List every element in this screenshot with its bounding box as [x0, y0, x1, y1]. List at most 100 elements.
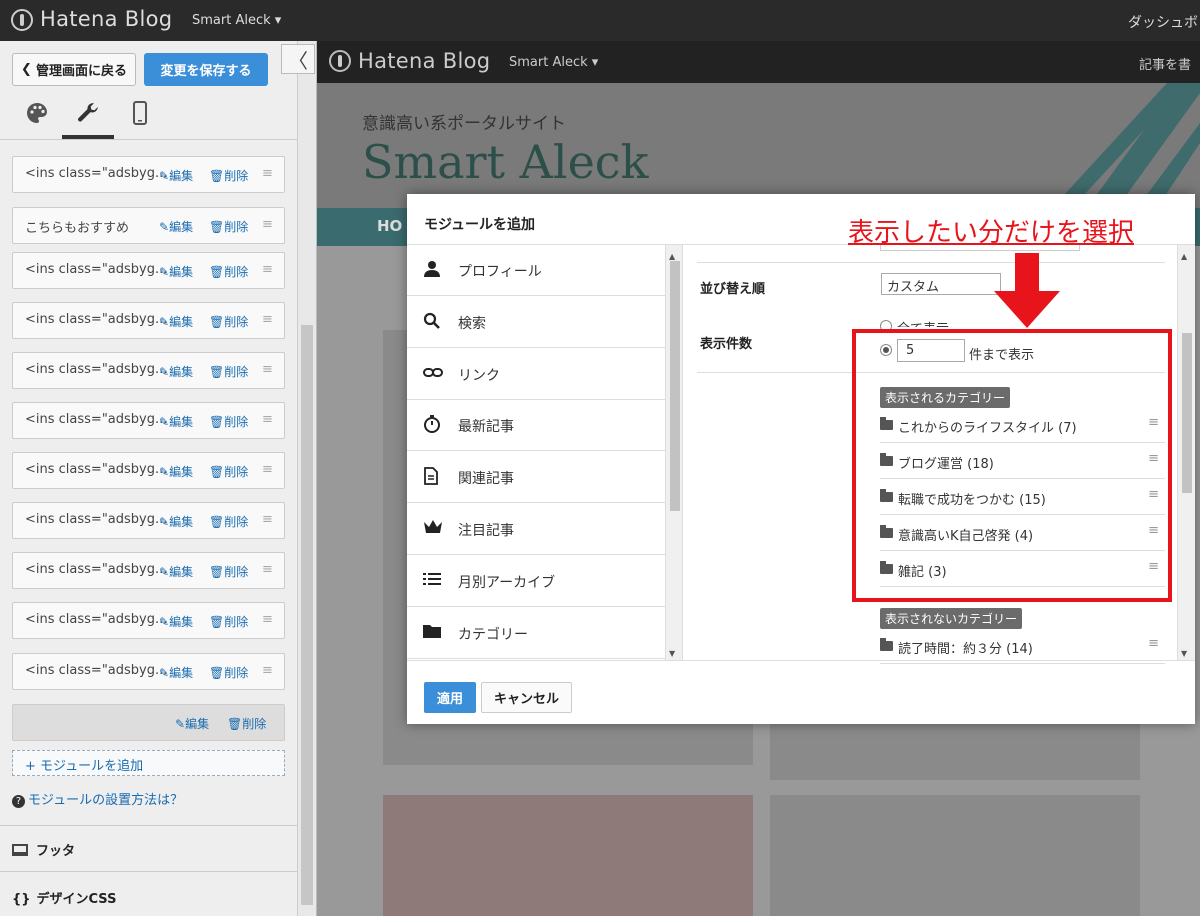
- module-list-scrollbar[interactable]: [665, 245, 683, 660]
- module-item[interactable]: ✎編集 🗑削除: [12, 704, 285, 741]
- module-name: <ins class="adsbyg...: [25, 612, 168, 627]
- module-item[interactable]: <ins class="adsbyg... ✎編集 🗑削除 ≡: [12, 352, 285, 389]
- module-item[interactable]: <ins class="adsbyg... ✎編集 🗑削除 ≡: [12, 653, 285, 690]
- sidebar-scroll-thumb[interactable]: [301, 325, 313, 905]
- module-item[interactable]: <ins class="adsbyg... ✎編集 🗑削除 ≡: [12, 602, 285, 639]
- module-type-item[interactable]: 月別アーカイブ: [407, 556, 665, 607]
- scroll-up-arrow-icon[interactable]: ▲: [1181, 252, 1187, 261]
- scroll-down-arrow-icon[interactable]: ▼: [1181, 649, 1187, 658]
- drag-handle-icon[interactable]: ≡: [262, 663, 273, 678]
- module-type-item[interactable]: 検索: [407, 297, 665, 348]
- annotation-text: 表示したい分だけを選択: [848, 218, 1135, 248]
- sort-order-select[interactable]: カスタム: [881, 273, 1001, 295]
- module-item[interactable]: <ins class="adsbyg... ✎編集 🗑削除 ≡: [12, 252, 285, 289]
- delete-module-link[interactable]: 🗑削除: [209, 363, 248, 380]
- edit-module-link[interactable]: ✎編集: [159, 563, 193, 580]
- drag-handle-icon[interactable]: ≡: [262, 412, 273, 427]
- edit-module-link[interactable]: ✎編集: [159, 613, 193, 630]
- module-type-item[interactable]: 関連記事: [407, 452, 665, 504]
- trash-icon: 🗑: [209, 465, 225, 479]
- dialog-footer-divider: [407, 660, 1195, 661]
- document-icon: [423, 467, 443, 487]
- profile-icon: [423, 260, 443, 280]
- delete-module-link[interactable]: 🗑削除: [209, 513, 248, 530]
- scroll-up-arrow-icon[interactable]: ▲: [669, 252, 675, 261]
- edit-module-link[interactable]: ✎編集: [159, 313, 193, 330]
- edit-module-link[interactable]: ✎編集: [159, 664, 193, 681]
- drag-handle-icon[interactable]: ≡: [262, 562, 273, 577]
- drag-handle-icon[interactable]: ≡: [262, 612, 273, 627]
- question-icon: ?: [12, 795, 25, 808]
- module-item[interactable]: こちらもおすすめ ✎編集 🗑削除 ≡: [12, 207, 285, 244]
- drag-handle-icon[interactable]: ≡: [262, 217, 273, 232]
- module-type-item[interactable]: プロフィール: [407, 245, 665, 296]
- edit-module-link[interactable]: ✎編集: [159, 463, 193, 480]
- edit-module-link[interactable]: ✎編集: [159, 513, 193, 530]
- drag-handle-icon[interactable]: ≡: [262, 512, 273, 527]
- module-item[interactable]: <ins class="adsbyg... ✎編集 🗑削除 ≡: [12, 502, 285, 539]
- delete-module-link[interactable]: 🗑削除: [209, 413, 248, 430]
- save-changes-button[interactable]: 変更を保存する: [144, 53, 268, 86]
- collapse-sidebar-button[interactable]: 〈: [281, 44, 315, 74]
- dashboard-link[interactable]: ダッシュボ: [1128, 12, 1198, 32]
- back-to-admin-button[interactable]: ❮ 管理画面に戻る: [12, 53, 136, 86]
- footer-section[interactable]: フッタ: [0, 825, 298, 871]
- delete-module-link[interactable]: 🗑削除: [227, 715, 266, 732]
- phone-icon[interactable]: [127, 100, 153, 126]
- crown-icon: [423, 519, 443, 539]
- edit-module-link[interactable]: ✎編集: [159, 363, 193, 380]
- annotation-highlight-box: [852, 329, 1172, 602]
- apply-button[interactable]: 適用: [424, 682, 476, 713]
- edit-module-link[interactable]: ✎編集: [159, 167, 193, 184]
- drag-handle-icon[interactable]: ≡: [262, 262, 273, 277]
- scroll-down-arrow-icon[interactable]: ▼: [669, 649, 675, 658]
- trash-icon: 🗑: [209, 265, 225, 279]
- edit-module-link[interactable]: ✎編集: [159, 413, 193, 430]
- settings-scrollbar[interactable]: [1177, 245, 1195, 660]
- hidden-category-item[interactable]: 読了時間：約３分 (14) ≡: [880, 629, 1165, 664]
- module-item[interactable]: <ins class="adsbyg... ✎編集 🗑削除 ≡: [12, 402, 285, 439]
- settings-scroll-thumb[interactable]: [1182, 333, 1192, 493]
- trash-icon: 🗑: [209, 666, 225, 680]
- delete-module-link[interactable]: 🗑削除: [209, 263, 248, 280]
- module-item[interactable]: <ins class="adsbyg... ✎編集 🗑削除 ≡: [12, 302, 285, 339]
- stopwatch-icon: [423, 415, 443, 435]
- preview-top-bar: Hatena Blog Smart Aleck ▾ 記事を書: [317, 41, 1200, 83]
- module-type-list: プロフィール 検索 リンク 最新記事 関連記事 注目記事 月別アーカイブ カテゴリー: [407, 245, 665, 660]
- module-type-item[interactable]: リンク: [407, 349, 665, 400]
- module-type-item[interactable]: カテゴリー: [407, 608, 665, 659]
- add-module-button[interactable]: + モジュールを追加: [12, 750, 285, 776]
- module-help-link[interactable]: ? モジュールの設置方法は？: [12, 789, 183, 808]
- wrench-icon[interactable]: [75, 100, 101, 126]
- edit-module-link[interactable]: ✎編集: [159, 263, 193, 280]
- delete-module-link[interactable]: 🗑削除: [209, 313, 248, 330]
- drag-handle-icon[interactable]: ≡: [262, 166, 273, 181]
- delete-module-link[interactable]: 🗑削除: [209, 167, 248, 184]
- drag-handle-icon[interactable]: ≡: [262, 312, 273, 327]
- delete-module-link[interactable]: 🗑削除: [209, 563, 248, 580]
- module-type-item[interactable]: 注目記事: [407, 504, 665, 555]
- module-item[interactable]: <ins class="adsbyg... ✎編集 🗑削除 ≡: [12, 552, 285, 589]
- delete-module-link[interactable]: 🗑削除: [209, 463, 248, 480]
- module-item[interactable]: <ins class="adsbyg... ✎編集 🗑削除 ≡: [12, 452, 285, 489]
- preview-write-link: 記事を書: [1139, 58, 1192, 73]
- module-name: <ins class="adsbyg...: [25, 262, 168, 277]
- drag-handle-icon[interactable]: ≡: [1148, 636, 1159, 651]
- delete-module-link[interactable]: 🗑削除: [209, 613, 248, 630]
- edit-module-link[interactable]: ✎編集: [175, 715, 209, 732]
- delete-module-link[interactable]: 🗑削除: [209, 664, 248, 681]
- pencil-icon: ✎: [159, 615, 170, 629]
- module-type-item[interactable]: 最新記事: [407, 400, 665, 452]
- drag-handle-icon[interactable]: ≡: [262, 362, 273, 377]
- blog-selector[interactable]: Smart Aleck ▾: [192, 13, 281, 28]
- delete-module-link[interactable]: 🗑削除: [209, 218, 248, 235]
- edit-module-link[interactable]: ✎編集: [159, 218, 193, 235]
- cancel-button[interactable]: キャンセル: [481, 682, 572, 713]
- design-css-section[interactable]: {} デザインCSS: [0, 871, 298, 916]
- module-item[interactable]: <ins class="adsbyg... ✎編集 🗑削除 ≡: [12, 156, 285, 193]
- drag-handle-icon[interactable]: ≡: [262, 462, 273, 477]
- app-logo[interactable]: Hatena Blog: [40, 7, 172, 31]
- module-list-scroll-thumb[interactable]: [670, 261, 680, 511]
- palette-icon[interactable]: [24, 100, 50, 126]
- pencil-icon: ✎: [175, 717, 186, 731]
